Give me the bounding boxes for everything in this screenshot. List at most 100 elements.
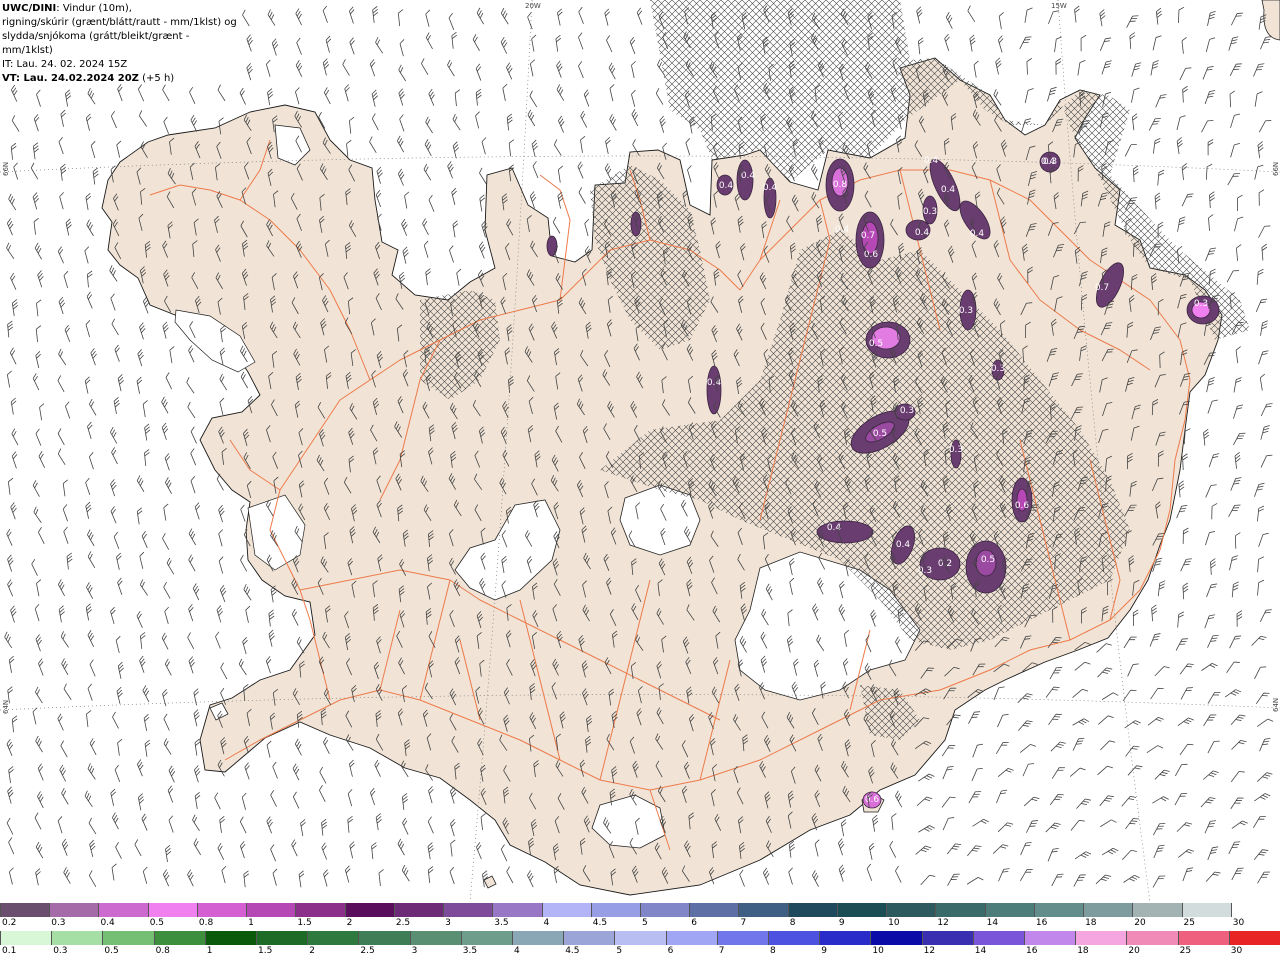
colorbar-label: 25 xyxy=(1183,918,1195,928)
colorbar-label: 14 xyxy=(986,918,999,928)
colorbar-label: 3.5 xyxy=(494,918,509,928)
precip-value-label: 0.2 xyxy=(938,559,952,569)
colorbar-swatch xyxy=(1075,931,1127,945)
colorbar-label: 14 xyxy=(974,946,987,956)
colorbar-swatch xyxy=(614,931,667,945)
colorbar-label: 2 xyxy=(309,946,315,956)
colorbar-label: 30 xyxy=(1232,918,1245,928)
colorbar-label: 0.5 xyxy=(104,946,119,956)
colorbar-swatch xyxy=(153,931,206,945)
colorbar-swatch xyxy=(590,903,641,917)
colorbar-swatch xyxy=(460,931,513,945)
colorbar-swatch xyxy=(716,931,769,945)
colorbar-label: 3 xyxy=(411,946,418,956)
colorbar-label: 1.5 xyxy=(258,946,273,956)
snow-cell xyxy=(816,520,874,544)
colorbar-swatch xyxy=(102,931,155,945)
colorbar-label: 4.5 xyxy=(565,946,580,956)
precip-value-label: 0.4 xyxy=(915,228,930,238)
info-line1: : Vindur (10m), xyxy=(56,3,132,14)
colorbar-swatch xyxy=(836,903,887,917)
colorbar-swatch xyxy=(246,903,296,917)
colorbar-label: 16 xyxy=(1026,946,1038,956)
rain-colorbar: 0.1 0.3 0.5 0.8 1 1.5 2 2.5 3 3.5 4 4.5 5 6 7 8 9 10 12 14 1… xyxy=(0,931,1280,960)
colorbar-swatch xyxy=(1083,903,1133,917)
colorbar-label: 10 xyxy=(888,918,900,928)
colorbar-label: 7 xyxy=(718,946,725,956)
colorbar-label: 9 xyxy=(838,918,845,928)
colorbar-label: 1 xyxy=(248,918,254,928)
colorbar-label: 5 xyxy=(616,946,623,956)
rain-colorbar-labels: 0.1 0.3 0.5 0.8 1 1.5 2 2.5 3 3.5 4 4.5 5 6 7 8 9 10 12 14 1… xyxy=(0,945,1280,959)
model-name: UWC/DINI xyxy=(2,3,57,14)
colorbar-label: 6 xyxy=(667,946,674,956)
lon-label-15w: 15W xyxy=(1051,2,1067,10)
issue-time: IT: Lau. 24. 02. 2024 15Z xyxy=(2,59,128,70)
colorbar-swatch xyxy=(443,903,493,917)
colorbar-label: 12 xyxy=(937,918,949,928)
colorbar-swatch xyxy=(256,931,308,945)
info-line2: rigning/skúrir (grænt/blátt/rautt - mm/1… xyxy=(2,17,237,28)
rain-colorbar-swatches xyxy=(0,931,1280,945)
colorbar-label: 25 xyxy=(1179,946,1192,956)
valid-time-offset: (+5 h) xyxy=(138,73,175,84)
info-line3: slydda/snjókoma (grátt/bleikt/grænt - mm… xyxy=(2,31,190,56)
lat-label-66n-left: 66N xyxy=(2,162,10,176)
precip-value-label: 0.3 xyxy=(1194,299,1208,309)
colorbar-swatch xyxy=(204,931,257,945)
colorbar-label: 20 xyxy=(1134,918,1146,928)
colorbar-swatch xyxy=(98,903,149,917)
colorbar-swatch xyxy=(541,903,592,917)
colorbar-label: 6 xyxy=(691,918,697,928)
colorbar-label: 1 xyxy=(206,946,213,956)
snow-colorbar: 0.2 0.3 0.4 0.5 0.8 1 1.5 2 2.5 3 3.5 4 4.5 5 6 7 8 9 10 12… xyxy=(0,903,1280,931)
colorbar-label: 0.3 xyxy=(53,946,68,956)
colorbar-swatch xyxy=(307,931,359,945)
colorbar-label: 2.5 xyxy=(360,946,375,956)
colorbar-swatch xyxy=(787,903,838,917)
colorbar-label: 12 xyxy=(923,946,936,956)
precip-value-label: 0.4 xyxy=(924,156,939,166)
valid-time: VT: Lau. 24.02.2024 20Z xyxy=(2,73,139,84)
colorbar-label: 2 xyxy=(346,918,353,928)
colorbar-swatch xyxy=(0,931,52,945)
colorbar-label: 8 xyxy=(770,946,776,956)
colorbar-swatch xyxy=(563,931,615,945)
precip-value-label: 0.3 xyxy=(991,364,1005,374)
colorbar-swatch xyxy=(921,931,974,945)
colorbar-label: 16 xyxy=(1035,918,1048,928)
colorbar-swatch xyxy=(147,903,198,917)
colorbar-swatch xyxy=(935,903,986,917)
colorbar-swatch xyxy=(886,903,936,917)
lat-label-66n-right: 66N xyxy=(1272,162,1280,176)
colorbar-swatch xyxy=(1177,931,1230,945)
colorbar-label: 0.4 xyxy=(100,918,115,928)
map-info-box: UWC/DINI: Vindur (10m), rigning/skúrir (… xyxy=(0,0,240,84)
precip-value-label: 0.6 xyxy=(865,795,880,805)
precip-value-label: 0.4 xyxy=(707,378,722,388)
colorbar-label: 0.5 xyxy=(149,918,165,928)
snow-cell xyxy=(546,235,558,257)
colorbar-swatch xyxy=(1024,931,1076,945)
colorbar-swatch xyxy=(344,903,395,917)
colorbar-swatch xyxy=(1230,903,1280,917)
precip-value-label: 0.4 xyxy=(941,185,956,195)
colorbar-swatch xyxy=(358,931,411,945)
colorbar-label: 7 xyxy=(740,918,747,928)
colorbar-swatch xyxy=(295,903,346,917)
colorbar-label: 8 xyxy=(789,918,796,928)
colorbar-swatch xyxy=(196,903,247,917)
precip-value-label: 0.4 xyxy=(970,229,985,239)
colorbar-label: 4 xyxy=(514,946,520,956)
precip-value-label: 0.4 xyxy=(763,183,778,193)
forecast-map: 20W 15W 66N 66N 64N 64N 0.80.70.60.40.40… xyxy=(0,0,1280,902)
precip-value-label: 0.7 xyxy=(1095,283,1109,293)
colorbar-swatch xyxy=(819,931,871,945)
precip-value-label: 0.4 xyxy=(896,540,911,550)
precip-value-label: 0.5 xyxy=(873,429,887,439)
precip-value-label: 0.6 xyxy=(864,250,879,260)
colorbar-swatch xyxy=(1228,931,1280,945)
colorbar-label: 5 xyxy=(642,918,648,928)
colorbar-label: 4 xyxy=(543,918,550,928)
colorbar-label: 18 xyxy=(1085,918,1097,928)
